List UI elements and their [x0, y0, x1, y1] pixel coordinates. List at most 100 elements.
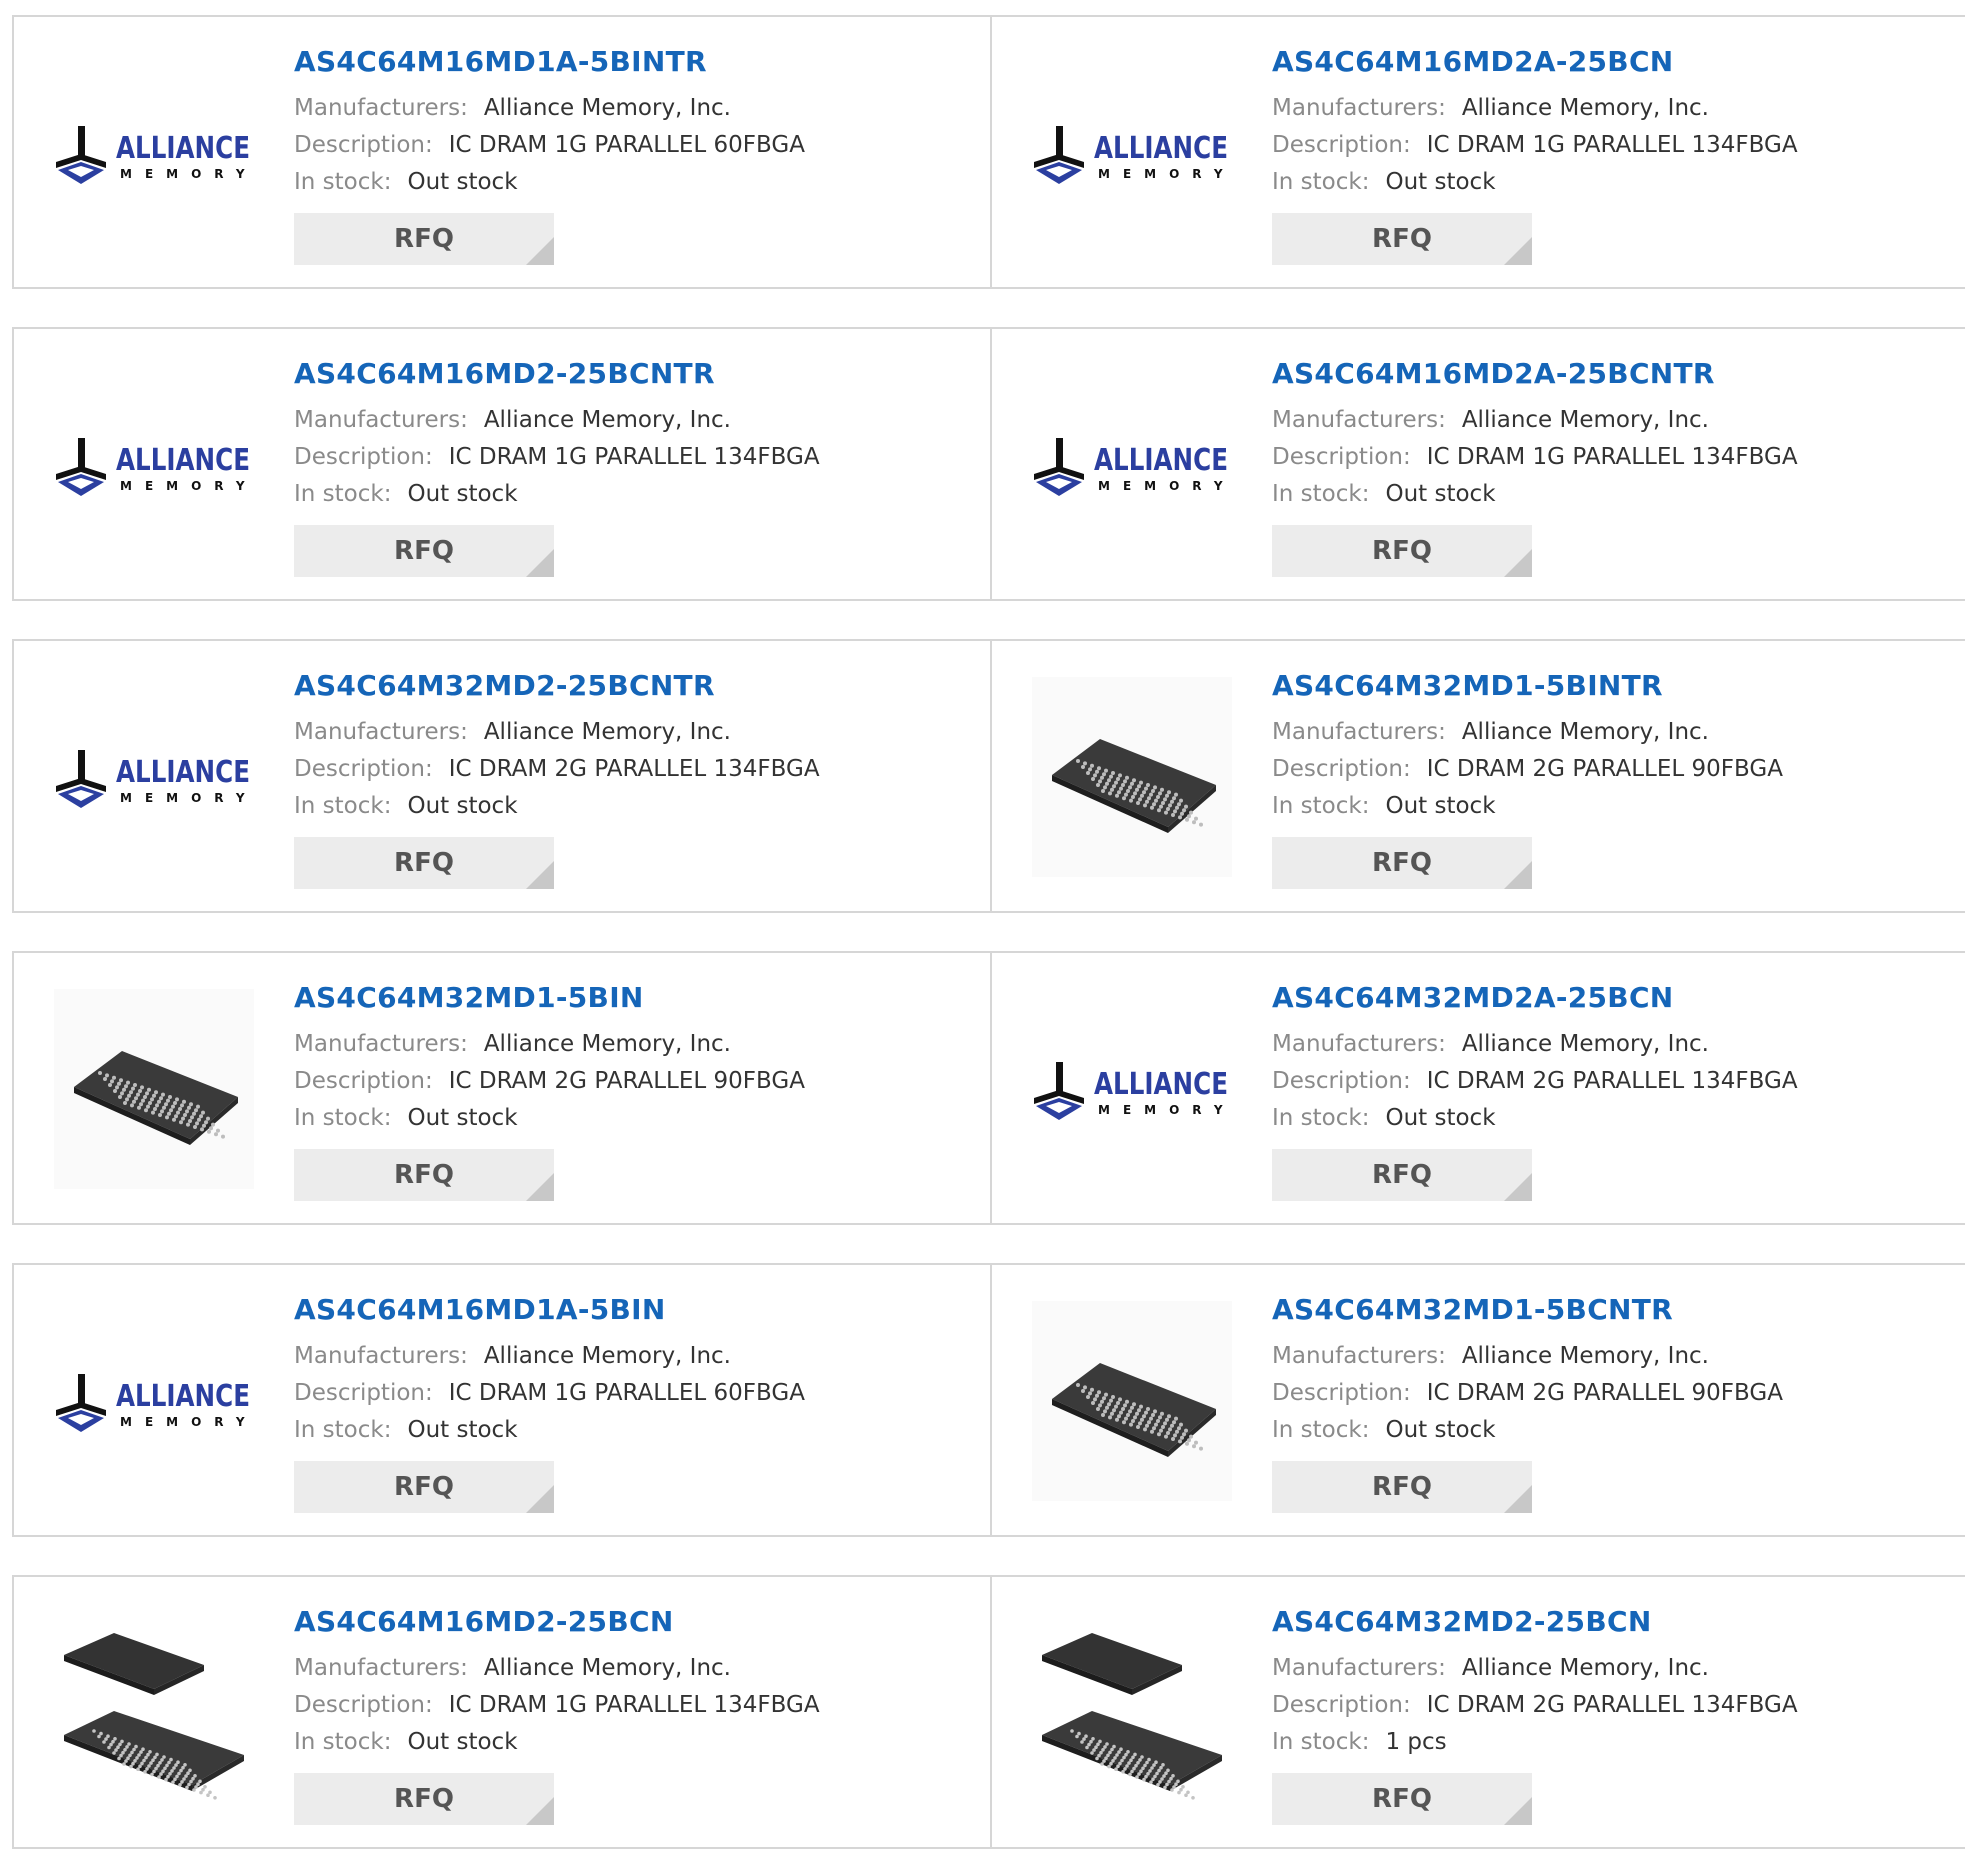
corner-triangle-icon — [1504, 1797, 1532, 1825]
product-info: AS4C64M16MD1A-5BIN Manufacturers: Alliance… — [294, 1293, 805, 1513]
product-card: AS4C64M32MD2-25BCN Manufacturers: Alliance… — [990, 1575, 1965, 1849]
product-info: AS4C64M16MD2A-25BCNTR Manufacturers: Allia… — [1272, 357, 1798, 577]
corner-triangle-icon — [1504, 549, 1532, 577]
stock-label: In stock: — [1272, 1105, 1370, 1131]
product-image[interactable] — [54, 989, 254, 1189]
rfq-button[interactable]: RFQ — [294, 213, 554, 265]
rfq-button[interactable]: RFQ — [294, 1149, 554, 1201]
part-number-link[interactable]: AS4C64M16MD1A-5BIN — [294, 1293, 805, 1326]
part-number-link[interactable]: AS4C64M32MD1-5BIN — [294, 981, 805, 1014]
part-number-link[interactable]: AS4C64M32MD2-25BCNTR — [294, 669, 820, 702]
product-info: AS4C64M16MD2A-25BCN Manufacturers: Allianc… — [1272, 45, 1798, 265]
description-value: IC DRAM 2G PARALLEL 134FBGA — [1426, 1068, 1798, 1094]
rfq-label: RFQ — [1372, 224, 1432, 254]
stock-value: Out stock — [407, 1105, 518, 1131]
rfq-label: RFQ — [394, 1784, 454, 1814]
alliance-memory-logo[interactable]: ALLIANCE MEMORY — [1032, 53, 1232, 253]
rfq-label: RFQ — [1372, 848, 1432, 878]
description-label: Description: — [294, 1380, 433, 1406]
product-grid: ALLIANCE MEMORY AS4C64M16MD1A-5BINTR Manufa… — [12, 15, 1965, 1849]
part-number-link[interactable]: AS4C64M16MD1A-5BINTR — [294, 45, 805, 78]
manufacturer-row: Manufacturers: Alliance Memory, Inc. — [294, 402, 820, 439]
part-number-link[interactable]: AS4C64M16MD2-25BCN — [294, 1605, 820, 1638]
corner-triangle-icon — [1504, 1173, 1532, 1201]
alliance-memory-logo[interactable]: ALLIANCE MEMORY — [1032, 365, 1232, 565]
fbga-chip-pair-icon — [1042, 1633, 1222, 1800]
description-value: IC DRAM 1G PARALLEL 134FBGA — [448, 1692, 820, 1718]
description-label: Description: — [1272, 1692, 1411, 1718]
rfq-button[interactable]: RFQ — [294, 837, 554, 889]
part-number-link[interactable]: AS4C64M16MD2A-25BCN — [1272, 45, 1798, 78]
description-value: IC DRAM 1G PARALLEL 134FBGA — [448, 444, 820, 470]
corner-triangle-icon — [526, 1173, 554, 1201]
corner-triangle-icon — [1504, 237, 1532, 265]
stock-label: In stock: — [294, 1105, 392, 1131]
part-number-link[interactable]: AS4C64M16MD2-25BCNTR — [294, 357, 820, 390]
stock-row: In stock: Out stock — [1272, 164, 1798, 201]
product-image[interactable] — [1032, 1613, 1232, 1813]
alliance-memory-logo[interactable]: ALLIANCE MEMORY — [54, 53, 254, 253]
manufacturer-label: Manufacturers: — [1272, 1343, 1446, 1369]
rfq-label: RFQ — [394, 536, 454, 566]
product-card: ALLIANCE MEMORY AS4C64M16MD1A-5BIN Manufact… — [12, 1263, 990, 1537]
description-row: Description: IC DRAM 2G PARALLEL 90FBGA — [294, 1063, 805, 1100]
description-row: Description: IC DRAM 1G PARALLEL 134FBGA — [1272, 439, 1798, 476]
rfq-button[interactable]: RFQ — [1272, 213, 1532, 265]
product-card: AS4C64M32MD1-5BIN Manufacturers: Alliance … — [12, 951, 990, 1225]
alliance-memory-logo[interactable]: ALLIANCE MEMORY — [1032, 989, 1232, 1189]
rfq-button[interactable]: RFQ — [294, 1773, 554, 1825]
manufacturer-row: Manufacturers: Alliance Memory, Inc. — [1272, 1338, 1783, 1375]
product-card: ALLIANCE MEMORY AS4C64M32MD2-25BCNTR Manufa… — [12, 639, 990, 913]
alliance-memory-logo[interactable]: ALLIANCE MEMORY — [54, 365, 254, 565]
alliance-memory-logo-icon: ALLIANCEMEMORY — [1034, 126, 1228, 184]
stock-row: In stock: Out stock — [1272, 1100, 1798, 1137]
corner-triangle-icon — [526, 1485, 554, 1513]
part-number-link[interactable]: AS4C64M32MD1-5BINTR — [1272, 669, 1783, 702]
svg-text:MEMORY: MEMORY — [1098, 479, 1232, 493]
stock-value: Out stock — [407, 793, 518, 819]
product-image[interactable] — [1032, 1301, 1232, 1501]
product-image[interactable] — [1032, 677, 1232, 877]
part-number-link[interactable]: AS4C64M32MD1-5BCNTR — [1272, 1293, 1783, 1326]
alliance-memory-logo-icon: ALLIANCEMEMORY — [56, 438, 250, 496]
product-info: AS4C64M16MD2-25BCN Manufacturers: Alliance… — [294, 1605, 820, 1825]
rfq-button[interactable]: RFQ — [1272, 1773, 1532, 1825]
rfq-button[interactable]: RFQ — [1272, 837, 1532, 889]
stock-row: In stock: Out stock — [294, 1412, 805, 1449]
description-row: Description: IC DRAM 1G PARALLEL 60FBGA — [294, 127, 805, 164]
stock-row: In stock: Out stock — [1272, 788, 1783, 825]
svg-text:MEMORY: MEMORY — [120, 791, 254, 805]
part-number-link[interactable]: AS4C64M32MD2-25BCN — [1272, 1605, 1798, 1638]
rfq-button[interactable]: RFQ — [1272, 525, 1532, 577]
rfq-label: RFQ — [1372, 1472, 1432, 1502]
stock-value: Out stock — [407, 1417, 518, 1443]
description-value: IC DRAM 2G PARALLEL 90FBGA — [448, 1068, 805, 1094]
stock-label: In stock: — [1272, 793, 1370, 819]
rfq-button[interactable]: RFQ — [1272, 1461, 1532, 1513]
product-info: AS4C64M32MD1-5BCNTR Manufacturers: Allianc… — [1272, 1293, 1783, 1513]
rfq-button[interactable]: RFQ — [294, 525, 554, 577]
part-number-link[interactable]: AS4C64M32MD2A-25BCN — [1272, 981, 1798, 1014]
alliance-memory-logo-icon: ALLIANCEMEMORY — [56, 126, 254, 184]
part-number-link[interactable]: AS4C64M16MD2A-25BCNTR — [1272, 357, 1798, 390]
alliance-memory-logo[interactable]: ALLIANCE MEMORY — [54, 1301, 254, 1501]
stock-label: In stock: — [1272, 169, 1370, 195]
description-row: Description: IC DRAM 1G PARALLEL 134FBGA — [294, 439, 820, 476]
description-row: Description: IC DRAM 2G PARALLEL 134FBGA — [294, 751, 820, 788]
rfq-button[interactable]: RFQ — [1272, 1149, 1532, 1201]
product-card: ALLIANCE MEMORY AS4C64M16MD1A-5BINTR Manufa… — [12, 15, 990, 289]
rfq-button[interactable]: RFQ — [294, 1461, 554, 1513]
stock-value: Out stock — [1385, 1105, 1496, 1131]
product-image[interactable] — [54, 1613, 254, 1813]
stock-row: In stock: Out stock — [294, 1100, 805, 1137]
svg-text:MEMORY: MEMORY — [1098, 1103, 1232, 1117]
product-card: ALLIANCE MEMORY AS4C64M16MD2A-25BCN Manufac… — [990, 15, 1965, 289]
stock-value: Out stock — [407, 1729, 518, 1755]
product-info: AS4C64M32MD1-5BIN Manufacturers: Alliance … — [294, 981, 805, 1201]
svg-text:MEMORY: MEMORY — [120, 167, 254, 181]
svg-text:ALLIANCE: ALLIANCE — [1094, 1067, 1228, 1102]
product-card: AS4C64M32MD1-5BCNTR Manufacturers: Allianc… — [990, 1263, 1965, 1537]
fbga-chip-pair-icon — [64, 1633, 244, 1800]
alliance-memory-logo[interactable]: ALLIANCE MEMORY — [54, 677, 254, 877]
description-value: IC DRAM 1G PARALLEL 134FBGA — [1426, 132, 1798, 158]
